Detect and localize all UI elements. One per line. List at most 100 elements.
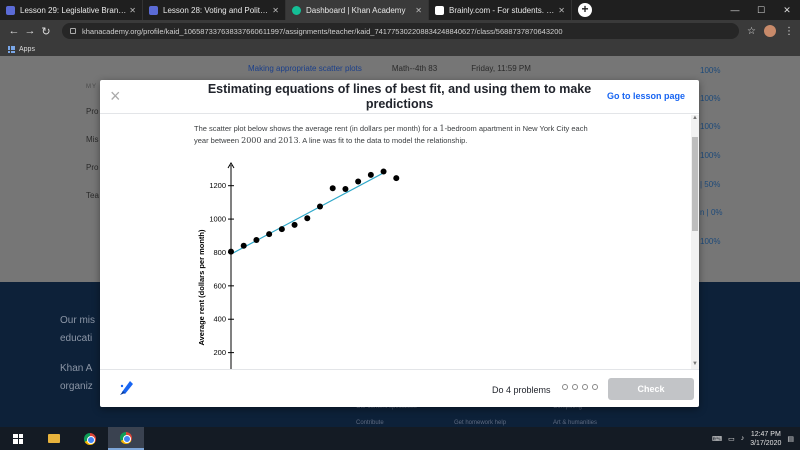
y-tick-label: 1200	[209, 181, 226, 190]
network-icon[interactable]: ▭	[728, 435, 735, 443]
progress-dot	[572, 384, 578, 390]
do-problems-label: Do 4 problems	[492, 385, 551, 395]
data-point	[266, 231, 273, 238]
classroom-icon	[149, 5, 158, 15]
due-date: Friday, 11:59 PM	[471, 64, 531, 73]
close-icon[interactable]: ×	[110, 86, 121, 107]
progress-dot	[562, 384, 568, 390]
data-point	[228, 248, 234, 255]
lock-icon	[70, 28, 76, 34]
notification-icon[interactable]: ▤	[787, 435, 794, 443]
apps-icon	[8, 45, 15, 53]
assignment-link[interactable]: Making appropriate scatter plots	[248, 64, 362, 73]
scratchpad-pencil-icon[interactable]	[118, 378, 136, 396]
browser-tab-strip: Lesson 29: Legislative Branch ✕ Lesson 2…	[0, 0, 800, 20]
close-icon[interactable]: ✕	[272, 6, 279, 15]
mission-line: Our mis	[60, 315, 95, 326]
data-point	[317, 203, 323, 210]
close-window-icon[interactable]: ✕	[774, 5, 800, 16]
profile-avatar[interactable]	[764, 25, 776, 37]
windows-logo-icon	[13, 433, 23, 444]
data-point	[278, 226, 285, 233]
tab-brainly[interactable]: Brainly.com - For students. By st ✕	[429, 0, 572, 20]
window-controls: — ☐ ✕	[722, 0, 800, 20]
apps-bookmark[interactable]: Apps	[19, 46, 35, 53]
percent-value: n | 0%	[700, 208, 723, 217]
tab-label: Lesson 28: Voting and Political P	[163, 5, 270, 15]
mission-line: organiz	[60, 381, 93, 392]
percent-value: 100%	[700, 66, 721, 75]
go-to-lesson-link[interactable]: Go to lesson page	[607, 91, 685, 101]
address-bar[interactable]: khanacademy.org/profile/kaid_10658733763…	[62, 23, 740, 39]
assignment-row: Making appropriate scatter plots Math--4…	[248, 64, 531, 73]
date: 3/17/2020	[750, 439, 782, 447]
reload-icon[interactable]: ↻	[38, 25, 54, 38]
scrollbar[interactable]: ▲ ▼	[691, 115, 699, 369]
y-tick-label: 400	[213, 315, 226, 324]
data-point	[253, 236, 260, 243]
footer-link[interactable]: Art & humanities	[553, 420, 597, 426]
clock[interactable]: 12:47 PM 3/17/2020	[750, 430, 781, 448]
tab-label: Lesson 29: Legislative Branch	[20, 5, 127, 15]
time: 12:47 PM	[750, 430, 781, 438]
problem-progress-dots	[562, 384, 598, 390]
url-text: khanacademy.org/profile/kaid_10658733763…	[82, 26, 563, 36]
maximize-icon[interactable]: ☐	[748, 5, 774, 16]
close-icon[interactable]: ✕	[129, 6, 136, 15]
modal-title: Estimating equations of lines of best fi…	[207, 82, 592, 111]
data-point	[355, 178, 362, 185]
new-tab-button[interactable]: +	[578, 3, 592, 17]
modal-body: The scatter plot below shows the average…	[100, 115, 699, 369]
scroll-up-icon[interactable]: ▲	[692, 115, 698, 123]
back-icon[interactable]: ←	[6, 25, 22, 37]
star-icon[interactable]: ☆	[747, 26, 756, 37]
forward-icon[interactable]: →	[22, 25, 38, 37]
brainly-icon	[435, 5, 444, 15]
classroom-icon	[6, 5, 15, 15]
scroll-down-icon[interactable]: ▼	[692, 361, 698, 369]
tab-lesson-28[interactable]: Lesson 28: Voting and Political P ✕	[143, 0, 286, 20]
left-nav-item[interactable]: Pro	[86, 154, 99, 182]
percent-value: 100%	[700, 237, 721, 246]
data-point	[380, 168, 387, 175]
tab-dashboard[interactable]: Dashboard | Khan Academy ✕	[286, 0, 429, 20]
data-point	[304, 215, 311, 222]
scroll-thumb[interactable]	[692, 137, 698, 231]
y-tick-label: 200	[213, 348, 226, 357]
chrome-icon	[84, 432, 96, 445]
mission-line: Khan A	[60, 363, 93, 374]
tab-label: Dashboard | Khan Academy	[306, 5, 406, 15]
close-icon[interactable]: ✕	[415, 6, 422, 15]
file-explorer-button[interactable]	[36, 427, 72, 450]
data-point	[342, 186, 349, 193]
toolbar-right: ☆ ⋮	[747, 25, 794, 37]
chrome-icon	[120, 431, 132, 444]
minimize-icon[interactable]: —	[722, 5, 748, 15]
percent-value: 100%	[700, 122, 721, 131]
volume-icon[interactable]: ♪	[741, 435, 745, 442]
mission-text: Our mis educati Khan A organiz	[60, 312, 95, 396]
bookmarks-bar: Apps	[0, 42, 800, 56]
folder-icon	[48, 434, 60, 443]
y-tick-label: 600	[213, 281, 226, 290]
percent-value: 100%	[700, 151, 721, 160]
left-nav-item[interactable]: Mis	[86, 126, 99, 154]
footer-link[interactable]: Contribute	[356, 420, 384, 426]
data-point	[329, 185, 336, 192]
check-button[interactable]: Check	[608, 378, 694, 400]
tab-lesson-29[interactable]: Lesson 29: Legislative Branch ✕	[0, 0, 143, 20]
percent-value: 100%	[700, 94, 721, 103]
start-button[interactable]	[0, 427, 36, 450]
windows-taskbar: ⌨ ▭ ♪ 12:47 PM 3/17/2020 ▤	[0, 427, 800, 450]
left-nav-item[interactable]: Pro	[86, 98, 99, 126]
data-point	[393, 175, 400, 182]
chrome-active-button[interactable]	[108, 427, 144, 450]
keyboard-icon[interactable]: ⌨	[712, 435, 722, 443]
close-icon[interactable]: ✕	[558, 6, 565, 15]
footer-link[interactable]: Get homework help	[454, 420, 506, 426]
chrome-taskbar-button[interactable]	[72, 427, 108, 450]
y-tick-label: 800	[213, 248, 226, 257]
left-nav-item[interactable]: Tea	[86, 182, 99, 210]
browser-toolbar: ← → ↻ khanacademy.org/profile/kaid_10658…	[0, 20, 800, 42]
menu-icon[interactable]: ⋮	[784, 26, 794, 37]
